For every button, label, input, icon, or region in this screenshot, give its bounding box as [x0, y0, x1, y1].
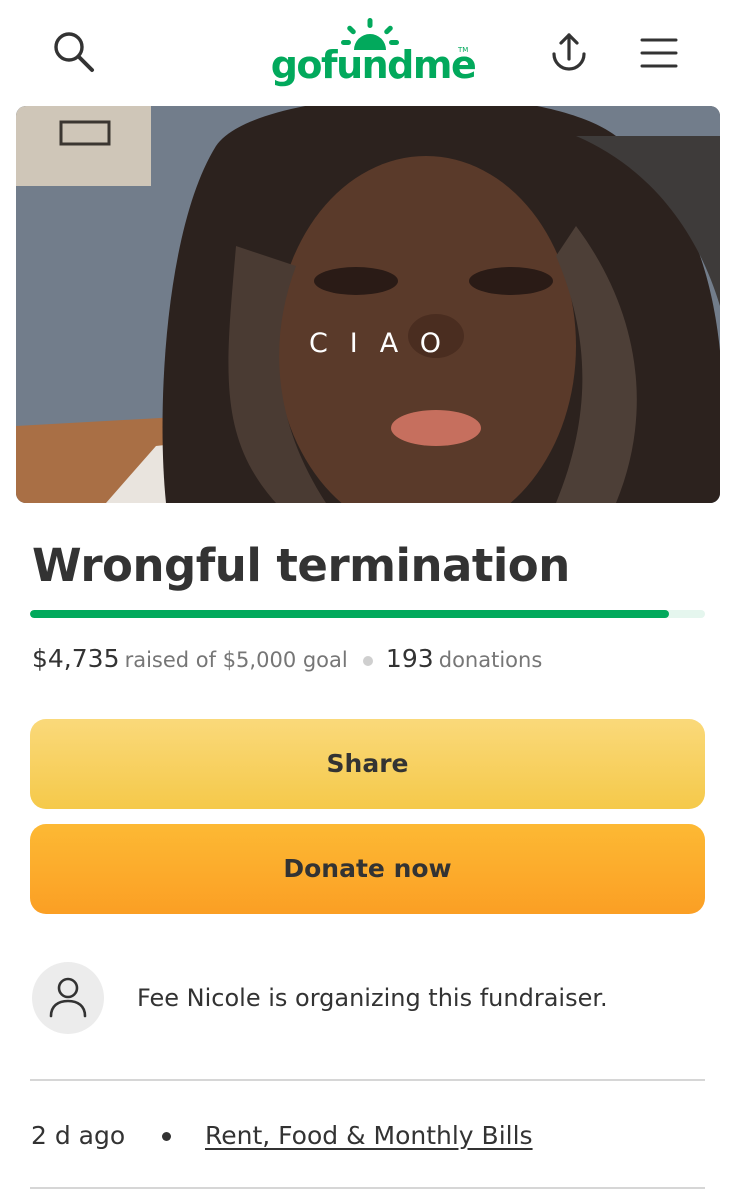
progress-bar — [30, 610, 705, 618]
share-upload-icon[interactable] — [546, 30, 592, 76]
user-icon — [49, 977, 87, 1018]
organizer-text: Fee Nicole is organizing this fundraiser… — [137, 984, 608, 1012]
fundraiser-page: gofundme TM CIAO Wrongful termination $4… — [0, 0, 735, 1200]
search-icon[interactable] — [52, 30, 98, 76]
donations-label: donations — [438, 648, 543, 672]
photo-caption: CIAO — [308, 328, 464, 359]
separator-dot — [362, 656, 373, 666]
divider — [30, 1187, 705, 1189]
progress-fill — [30, 610, 670, 618]
campaign-photo[interactable]: CIAO — [16, 106, 720, 503]
divider — [30, 1079, 705, 1081]
goal-text: raised of $5,000 goal — [124, 648, 348, 672]
top-header: gofundme TM — [0, 0, 735, 100]
share-button[interactable]: Share — [30, 719, 705, 809]
amount-raised: $4,735 — [32, 644, 120, 673]
organizer-avatar[interactable] — [32, 962, 104, 1034]
meta-separator-dot — [162, 1132, 171, 1141]
funding-stats: $4,735 raised of $5,000 goal 193 donatio… — [32, 642, 722, 676]
created-time: 2 d ago — [31, 1121, 126, 1150]
logo-wordmark: gofundme — [270, 43, 477, 87]
hamburger-menu-icon[interactable] — [636, 34, 682, 72]
campaign-title: Wrongful termination — [32, 539, 570, 592]
donate-now-button[interactable]: Donate now — [30, 824, 705, 914]
category-link[interactable]: Rent, Food & Monthly Bills — [205, 1118, 533, 1154]
donations-count: 193 — [385, 644, 434, 673]
gofundme-logo[interactable]: gofundme TM — [268, 16, 478, 92]
logo-trademark: TM — [458, 46, 469, 54]
